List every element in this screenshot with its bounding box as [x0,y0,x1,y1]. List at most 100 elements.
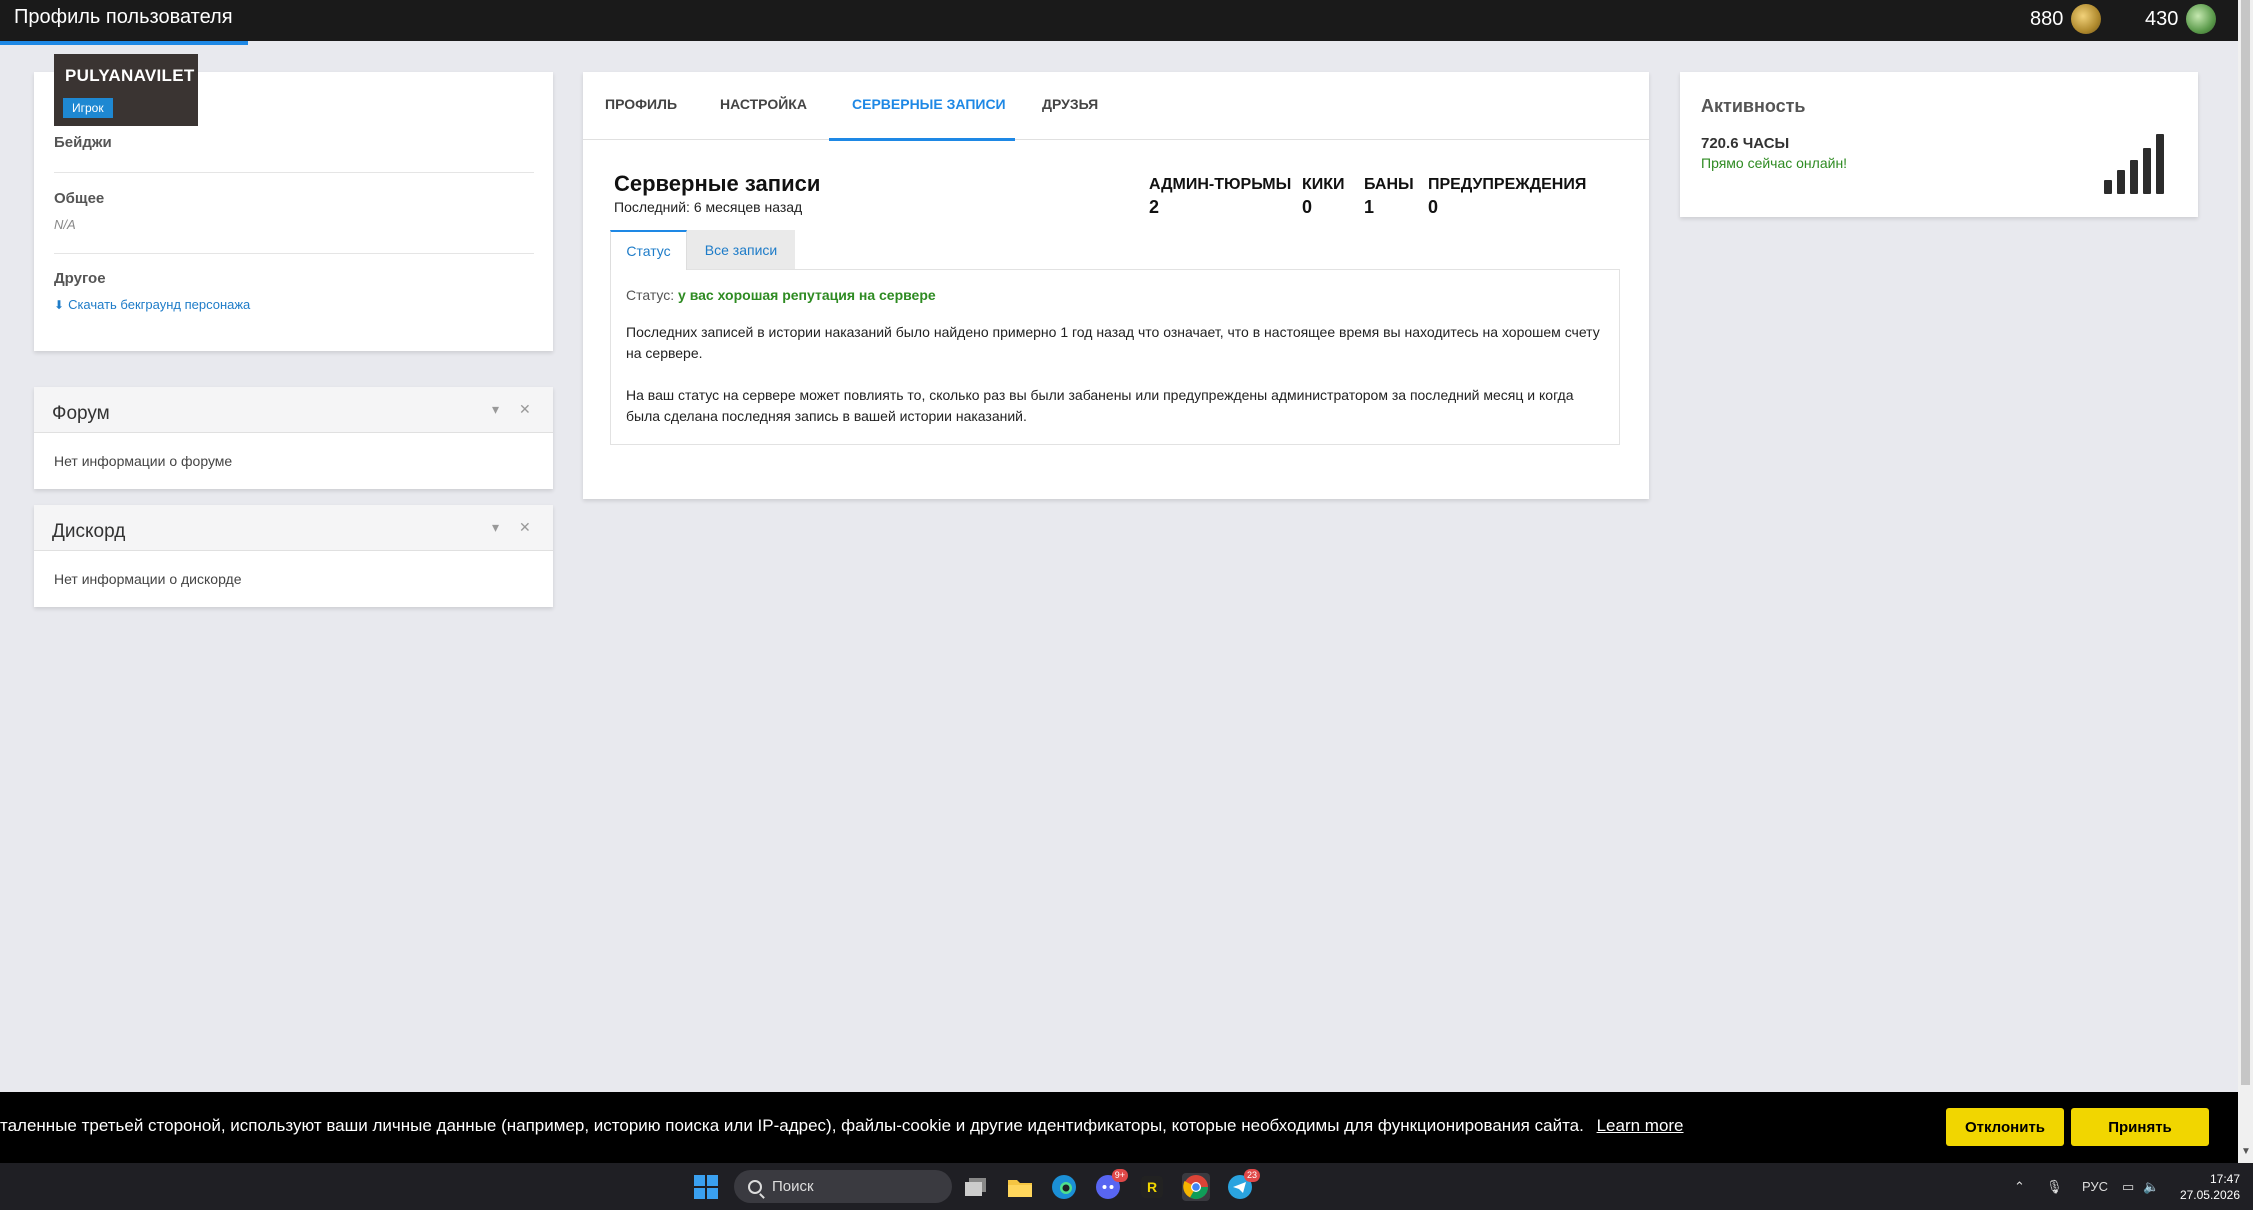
status-paragraph-1: Последних записей в истории наказаний бы… [626,324,1600,361]
stat-label: БАНЫ [1364,176,1414,193]
taskbar-clock[interactable]: 17:47 27.05.2026 [2170,1171,2240,1203]
download-icon: ⬇ [54,297,65,312]
discord-widget-body: Нет информации о дискорде [54,571,242,587]
stat-bans: БАНЫ 1 [1364,176,1414,218]
discord-icon[interactable]: 9+ [1094,1169,1128,1201]
general-label: Общее [54,190,105,207]
signal-bars-icon [2104,132,2179,194]
profile-tabs: ПРОФИЛЬ НАСТРОЙКА СЕРВЕРНЫЕ ЗАПИСИ ДРУЗЬ… [583,72,1649,141]
svg-text:R: R [1147,1179,1157,1195]
clock-time: 17:47 [2209,1172,2240,1186]
general-value: N/A [54,217,76,232]
status-prefix: Статус: [626,287,675,303]
tab-server-records[interactable]: СЕРВЕРНЫЕ ЗАПИСИ [852,96,1006,112]
badges-label: Бейджи [54,134,112,151]
download-link-label: Скачать бекграунд персонажа [68,297,251,312]
records-subtitle: Последний: 6 месяцев назад [614,199,803,215]
top-bar: Профиль пользователя 880 430 [0,0,2238,41]
user-plate: PULYANAVILET Игрок [54,54,198,126]
activity-title: Активность [1701,96,1806,116]
divider [54,253,534,254]
green-currency[interactable]: 430 [2145,4,2217,34]
scrollbar-thumb[interactable] [2241,0,2250,1085]
green-coin-icon [2186,4,2217,34]
stat-value: 2 [1149,197,1160,217]
clock-date: 27.05.2026 [2179,1188,2240,1202]
tab-settings[interactable]: НАСТРОЙКА [720,96,807,112]
server-records-card: ПРОФИЛЬ НАСТРОЙКА СЕРВЕРНЫЕ ЗАПИСИ ДРУЗЬ… [583,72,1649,499]
taskbar-search[interactable]: Поиск [734,1170,952,1203]
telegram-icon[interactable]: 23 [1226,1169,1260,1201]
page-scrollbar[interactable]: ▼ [2238,0,2253,1163]
file-explorer-icon[interactable] [1006,1173,1034,1201]
discord-widget-title: Дискорд [52,521,126,542]
profile-card: PULYANAVILET Игрок Бейджи Общее N/A Друг… [34,54,553,351]
green-currency-amount: 430 [2145,7,2179,30]
divider [54,172,534,173]
forum-widget-title: Форум [52,403,110,424]
accept-button[interactable]: Принять [2071,1108,2209,1146]
cookie-message: таленные третьей стороной, используют ва… [0,1116,1584,1135]
language-indicator[interactable]: РУС [2082,1163,2108,1210]
discord-widget-header: Дискорд ▾ ✕ [34,505,553,551]
subtab-status[interactable]: Статус [610,230,687,270]
tray-expand-icon[interactable]: ⌃ [2014,1163,2025,1210]
discord-widget: Дискорд ▾ ✕ Нет информации о дискорде [34,505,553,607]
close-icon[interactable]: ✕ [519,401,531,418]
collapse-icon[interactable]: ▾ [492,519,499,536]
general-section: Общее N/A [54,190,534,232]
decline-button[interactable]: Отклонить [1946,1108,2064,1146]
stat-value: 1 [1364,197,1375,217]
status-paragraph-2: На ваш статус на сервере может повлиять … [626,387,1574,424]
records-subtabs: Статус Все записи [610,230,1620,270]
app-r-icon[interactable]: R [1138,1173,1166,1201]
gold-currency[interactable]: 880 [2030,4,2102,34]
network-icon[interactable]: ▭ [2122,1163,2134,1210]
active-tab-indicator [829,138,1015,141]
status-value: у вас хорошая репутация на сервере [678,287,936,303]
username: PULYANAVILET [65,66,195,85]
badges-section: Бейджи [54,134,534,151]
tab-profile[interactable]: ПРОФИЛЬ [605,96,677,112]
stat-value: 0 [1428,197,1439,217]
collapse-icon[interactable]: ▾ [492,401,499,418]
other-label: Другое [54,270,106,287]
stat-label: КИКИ [1302,176,1345,193]
subtab-all-records[interactable]: Все записи [687,230,795,270]
stat-label: ПРЕДУПРЕЖДЕНИЯ [1428,176,1587,193]
tab-friends[interactable]: ДРУЗЬЯ [1042,96,1098,112]
chrome-icon[interactable] [1182,1173,1210,1201]
gold-coin-icon [2071,4,2102,34]
status-panel: Статус: у вас хорошая репутация на серве… [610,269,1620,445]
search-icon [748,1179,762,1194]
microphone-icon[interactable]: 🎙 [2046,1163,2063,1210]
page-load-progress [0,41,248,45]
forum-widget-body: Нет информации о форуме [54,453,233,469]
role-badge: Игрок [63,98,113,118]
stat-kicks: КИКИ 0 [1302,176,1345,218]
download-background-link[interactable]: ⬇ Скачать бекграунд персонажа [54,297,534,312]
learn-more-link[interactable]: Learn more [1597,1116,1684,1135]
cookie-banner: таленные третьей стороной, используют ва… [0,1092,2238,1163]
windows-start-icon[interactable] [692,1173,720,1201]
activity-card: Активность 720.6 ЧАСЫ Прямо сейчас онлай… [1680,72,2198,217]
records-title: Серверные записи [614,171,821,196]
activity-hours: 720.6 ЧАСЫ [1701,135,1790,152]
stat-label: АДМИН-ТЮРЬМЫ [1149,176,1292,193]
telegram-badge: 23 [1243,1169,1260,1182]
task-view-icon[interactable] [962,1173,990,1201]
online-status: Прямо сейчас онлайн! [1701,155,1848,171]
stat-warnings: ПРЕДУПРЕЖДЕНИЯ 0 [1428,176,1586,218]
page-title: Профиль пользователя [14,6,233,28]
volume-icon[interactable]: 🔈 [2143,1163,2159,1210]
discord-badge: 9+ [1111,1169,1128,1182]
search-placeholder: Поиск [772,1178,814,1195]
close-icon[interactable]: ✕ [519,519,531,536]
gold-currency-amount: 880 [2030,7,2064,30]
scroll-down-icon[interactable]: ▼ [2241,1146,2251,1157]
stat-admin-jails: АДМИН-ТЮРЬМЫ 2 [1149,176,1291,218]
status-line: Статус: у вас хорошая репутация на серве… [626,287,936,303]
edge-browser-icon[interactable] [1050,1173,1078,1201]
taskbar: Поиск 9+ R 23 ⌃ 🎙 РУС ▭ 🔈 17:47 27.05.20… [0,1163,2253,1210]
forum-widget-header: Форум ▾ ✕ [34,387,553,433]
